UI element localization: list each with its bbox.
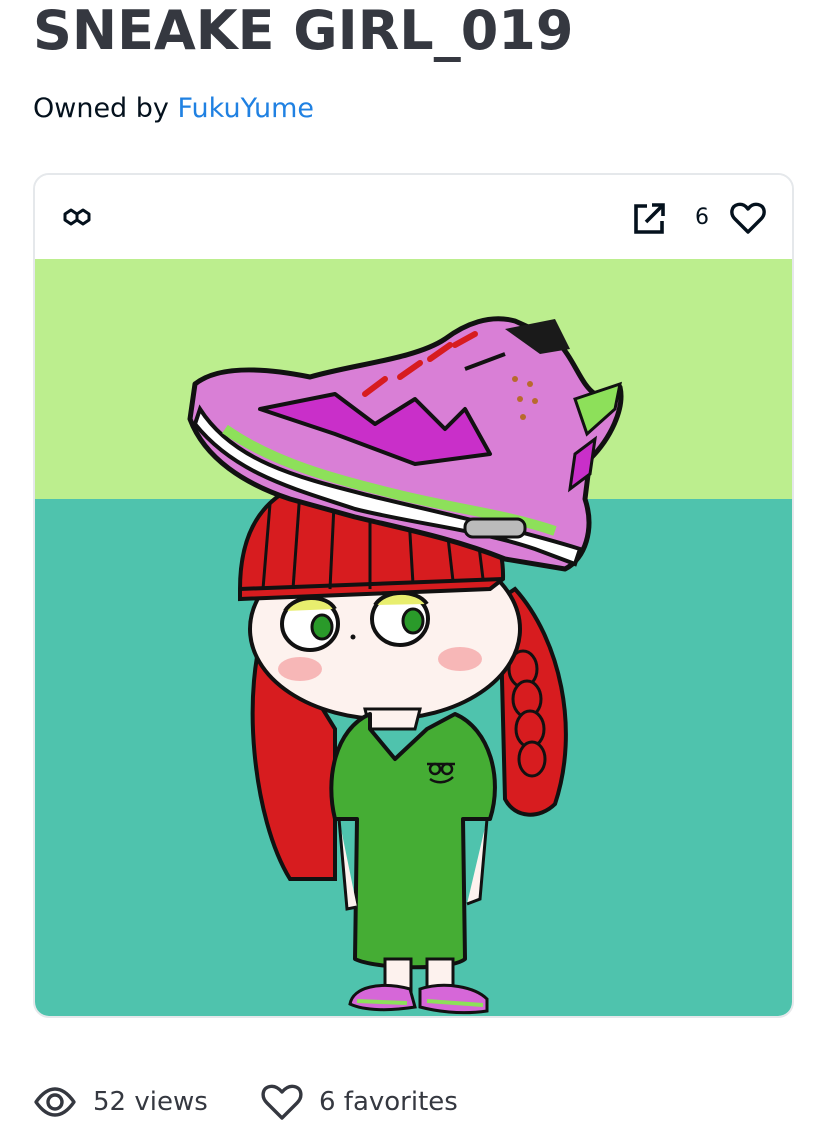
- external-link-icon[interactable]: [632, 202, 666, 236]
- owner-link[interactable]: FukuYume: [178, 93, 315, 124]
- favorites-stat: 6 favorites: [261, 1080, 458, 1124]
- nft-artwork: [35, 259, 792, 1016]
- polygon-chain-icon: [63, 208, 91, 226]
- card-header: 6: [35, 175, 792, 259]
- owner-line: Owned by FukuYume: [33, 92, 314, 126]
- views-count-text: 52 views: [93, 1087, 208, 1117]
- heart-icon[interactable]: [730, 201, 766, 235]
- stats-row: 52 views 6 favorites: [33, 1080, 793, 1124]
- owned-by-label: Owned by: [33, 93, 169, 124]
- eye-icon: [34, 1087, 76, 1117]
- item-media-card: 6: [33, 173, 794, 1018]
- item-title: SNEAKE GIRL_019: [33, 0, 574, 62]
- heart-icon: [261, 1084, 303, 1120]
- favorite-count: 6: [695, 205, 709, 230]
- nft-item-page: SNEAKE GIRL_019 Owned by FukuYume 6 52 v…: [0, 0, 827, 1141]
- views-stat: 52 views: [33, 1080, 208, 1124]
- favorites-count-text: 6 favorites: [319, 1087, 458, 1117]
